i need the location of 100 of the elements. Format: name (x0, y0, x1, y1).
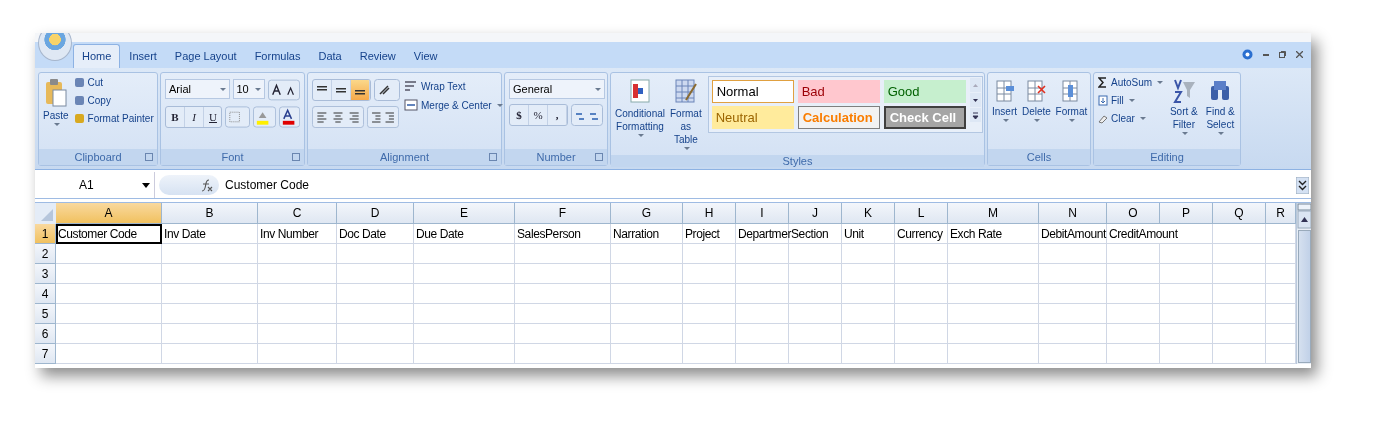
indent-icon[interactable] (367, 106, 399, 128)
font-size-buttons-icon[interactable] (268, 79, 300, 101)
bold-button[interactable]: B (166, 107, 185, 127)
row-header[interactable]: 7 (35, 344, 56, 364)
column-header[interactable]: O (1107, 203, 1160, 224)
column-header[interactable]: R (1266, 203, 1296, 224)
cells-command-button[interactable]: Delete (1021, 76, 1052, 124)
column-header[interactable]: L (895, 203, 948, 224)
cell-style-option[interactable]: Neutral (711, 106, 794, 129)
close-icon[interactable] (1296, 51, 1303, 58)
expand-formula-bar-icon[interactable] (1296, 176, 1309, 194)
sigma-icon (1098, 77, 1108, 88)
column-header[interactable]: I (736, 203, 789, 224)
percent-button[interactable]: % (529, 105, 548, 125)
table-cell (611, 344, 683, 364)
help-icon[interactable] (1242, 49, 1253, 60)
table-cell (789, 284, 842, 304)
horizontal-align-icon[interactable] (312, 106, 364, 128)
paste-button[interactable]: Paste (42, 76, 70, 128)
cell-style-option[interactable]: Bad (797, 80, 880, 103)
editing-command[interactable]: Clear (1097, 112, 1165, 125)
ribbon-tab[interactable]: Data (309, 44, 351, 68)
editing-command[interactable]: AutoSum (1097, 76, 1165, 89)
find-select-button[interactable]: Find & Select (1203, 76, 1237, 137)
column-header[interactable]: F (515, 203, 611, 224)
table-cell (895, 324, 948, 344)
row-header[interactable]: 3 (35, 264, 56, 284)
column-header[interactable]: E (414, 203, 515, 224)
format-as-table-button[interactable]: Format as Table (669, 76, 703, 152)
table-cell (611, 244, 683, 264)
column-header[interactable]: H (683, 203, 736, 224)
row-header[interactable]: 2 (35, 244, 56, 264)
table-cell (1266, 324, 1296, 344)
cells-command-button[interactable]: Insert (991, 76, 1018, 124)
function-icon[interactable] (201, 178, 213, 192)
align-bottom-button[interactable] (351, 80, 370, 100)
column-header[interactable]: J (789, 203, 842, 224)
gallery-more-icon[interactable] (969, 108, 981, 122)
column-header[interactable]: Q (1213, 203, 1266, 224)
sort-filter-button[interactable]: Sort & Filter (1167, 76, 1201, 137)
row-header[interactable]: 5 (35, 304, 56, 324)
table-cell (842, 284, 895, 304)
table-cell (895, 264, 948, 284)
column-header[interactable]: G (611, 203, 683, 224)
column-header[interactable]: C (258, 203, 337, 224)
column-header[interactable]: A (56, 203, 162, 224)
wrap-text-button[interactable]: Wrap Text (403, 79, 504, 93)
orientation-icon[interactable] (374, 79, 400, 101)
group-label: Clipboard (74, 151, 122, 163)
group-label: Cells (1026, 151, 1052, 163)
gallery-scroll-down-icon[interactable] (969, 93, 981, 107)
table-cell (895, 284, 948, 304)
column-header[interactable]: M (948, 203, 1039, 224)
fill-color-icon[interactable] (252, 106, 276, 128)
table-cell: CreditAmount (1107, 224, 1213, 244)
ribbon-tab[interactable]: Formulas (245, 44, 310, 68)
italic-button[interactable]: I (185, 107, 204, 127)
minimize-icon[interactable] (1263, 53, 1269, 56)
column-header[interactable]: B (162, 203, 258, 224)
row-header[interactable]: 1 (35, 224, 56, 244)
restore-icon[interactable] (1279, 51, 1286, 58)
number-format-field[interactable]: General (509, 79, 605, 99)
comma-button[interactable]: , (548, 105, 567, 125)
column-header[interactable]: K (842, 203, 895, 224)
font-size-field[interactable]: 10 (232, 79, 265, 99)
group-label: Font (221, 151, 244, 163)
font-color-icon[interactable] (278, 106, 300, 128)
row-header[interactable]: 4 (35, 284, 56, 304)
conditional-formatting-button[interactable]: Conditional Formatting (614, 76, 666, 139)
table-cell: DebitAmount (1039, 224, 1107, 244)
clipboard-command[interactable]: Format Painter (72, 112, 155, 125)
editing-command[interactable]: Fill (1097, 94, 1165, 107)
column-header[interactable]: P (1160, 203, 1213, 224)
ribbon-tab[interactable]: Home (73, 44, 121, 68)
decimal-icon[interactable] (571, 104, 603, 126)
ribbon-tab[interactable]: View (404, 44, 447, 68)
cells-command-button[interactable]: Format (1054, 76, 1088, 124)
name-box[interactable]: A1 (35, 172, 155, 198)
cell-style-option[interactable]: Good (883, 80, 966, 103)
ribbon-tab[interactable]: Page Layout (165, 44, 246, 68)
underline-button[interactable]: U (204, 107, 221, 127)
merge-center-button[interactable]: Merge & Center (403, 98, 504, 112)
currency-button[interactable]: $ (510, 105, 529, 125)
formula-field[interactable]: Customer Code (223, 178, 1296, 192)
ribbon-tab[interactable]: Insert (120, 44, 166, 68)
column-header[interactable]: N (1039, 203, 1107, 224)
scrollbar-thumb[interactable] (1298, 230, 1311, 363)
clipboard-command[interactable]: Copy (72, 94, 155, 107)
table-cell: SalesPerson (515, 224, 611, 244)
font-name-field[interactable]: Arial (165, 79, 230, 99)
group-label: Alignment (380, 151, 429, 163)
table-cell: Doc Date (337, 224, 414, 244)
clipboard-command[interactable]: Cut (72, 76, 155, 89)
cell-style-option[interactable]: Normal (711, 80, 794, 103)
row-header[interactable]: 6 (35, 324, 56, 344)
ribbon-tab[interactable]: Review (350, 44, 405, 68)
column-header[interactable]: D (337, 203, 414, 224)
scroll-up-icon[interactable] (1297, 203, 1311, 229)
table-cell (1160, 344, 1213, 364)
table-cell (683, 284, 736, 304)
